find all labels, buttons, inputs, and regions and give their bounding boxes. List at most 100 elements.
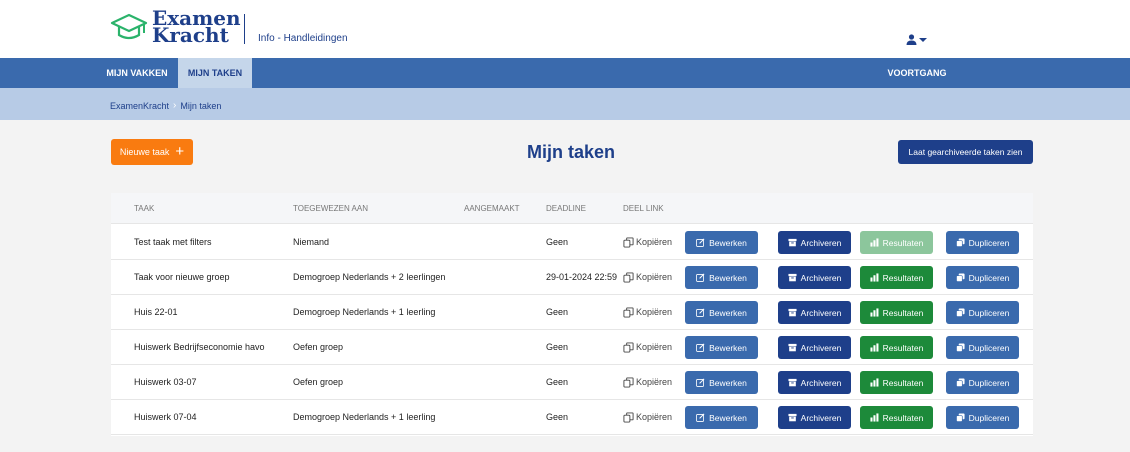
duplicate-button[interactable]: Dupliceren	[946, 371, 1019, 394]
duplicate-button[interactable]: Dupliceren	[946, 266, 1019, 289]
main-nav: MIJN VAKKEN MIJN TAKEN VOORTGANG	[0, 58, 1130, 88]
duplicate-button[interactable]: Dupliceren	[946, 336, 1019, 359]
copy-link-button[interactable]: Kopiëren	[623, 225, 672, 259]
duplicate-button[interactable]: Dupliceren	[946, 301, 1019, 324]
archive-icon	[788, 238, 797, 247]
results-button[interactable]: Resultaten	[860, 266, 933, 289]
copy-label: Kopiëren	[636, 272, 673, 282]
info-handleidingen-link[interactable]: Info - Handleidingen	[258, 33, 348, 44]
copy-label: Kopiëren	[636, 237, 673, 247]
duplicate-button[interactable]: Dupliceren	[946, 231, 1019, 254]
bar-chart-icon	[870, 378, 879, 387]
main-content: Nieuwe taak + Mijn taken Laat gearchivee…	[0, 120, 1130, 452]
archive-button[interactable]: Archiveren	[778, 371, 851, 394]
tab-mijn-vakken[interactable]: MIJN VAKKEN	[100, 58, 174, 88]
duplicate-button[interactable]: Dupliceren	[946, 406, 1019, 429]
copy-icon	[623, 306, 634, 318]
breadcrumb-current: Mijn taken	[180, 100, 222, 111]
archive-label: Archiveren	[800, 412, 842, 423]
edit-button[interactable]: Bewerken	[685, 336, 758, 359]
results-button[interactable]: Resultaten	[860, 336, 933, 359]
column-header-deadline: DEADLINE	[546, 204, 587, 213]
column-header-taak: TAAK	[134, 204, 155, 213]
edit-icon	[696, 308, 705, 317]
duplicate-label: Dupliceren	[968, 412, 1010, 423]
duplicate-icon	[955, 343, 965, 352]
edit-icon	[696, 343, 705, 352]
breadcrumb-separator: ›	[173, 100, 177, 111]
column-header-aangemaakt: AANGEMAAKT	[464, 204, 520, 213]
edit-label: Bewerken	[709, 237, 747, 248]
assigned-to: Demogroep Nederlands + 2 leerlingen	[293, 272, 446, 282]
archive-label: Archiveren	[800, 342, 842, 353]
assigned-to: Niemand	[293, 237, 330, 247]
tab-mijn-taken[interactable]: MIJN TAKEN	[178, 58, 252, 88]
edit-label: Bewerken	[709, 412, 747, 423]
copy-link-cell: Kopiëren	[623, 330, 672, 364]
caret-down-icon	[919, 37, 927, 42]
edit-label: Bewerken	[709, 272, 747, 283]
copy-link-cell: Kopiëren	[623, 260, 672, 294]
archive-button[interactable]: Archiveren	[778, 301, 851, 324]
task-name: Huiswerk Bedrijfseconomie havo	[134, 342, 265, 352]
bar-chart-icon	[870, 238, 879, 247]
archive-button[interactable]: Archiveren	[778, 231, 851, 254]
copy-link-cell: Kopiëren	[623, 365, 672, 399]
new-task-button[interactable]: Nieuwe taak +	[111, 139, 193, 165]
results-label: Resultaten	[882, 377, 924, 388]
breadcrumb-bar: ExamenKracht › Mijn taken	[0, 88, 1130, 120]
copy-icon	[623, 341, 634, 353]
logo-divider	[244, 14, 245, 44]
copy-icon	[623, 411, 634, 423]
results-button[interactable]: Resultaten	[860, 371, 933, 394]
copy-link-cell: Kopiëren	[623, 400, 672, 434]
table-header: TAAK TOEGEWEZEN AAN AANGEMAAKT DEADLINE …	[111, 193, 1033, 224]
breadcrumb: ExamenKracht › Mijn taken	[110, 100, 221, 111]
edit-icon	[696, 378, 705, 387]
logo[interactable]: Examen Kracht	[110, 8, 241, 45]
assigned-to: Demogroep Nederlands + 1 leerling	[293, 412, 436, 422]
archive-icon	[788, 378, 797, 387]
copy-label: Kopiëren	[636, 307, 673, 317]
copy-link-cell: Kopiëren	[623, 225, 672, 259]
results-button[interactable]: Resultaten	[860, 301, 933, 324]
edit-icon	[696, 273, 705, 282]
archive-button[interactable]: Archiveren	[778, 266, 851, 289]
copy-link-button[interactable]: Kopiëren	[623, 400, 672, 434]
bar-chart-icon	[870, 308, 879, 317]
edit-button[interactable]: Bewerken	[685, 371, 758, 394]
deadline: Geen	[546, 307, 569, 317]
archive-button[interactable]: Archiveren	[778, 336, 851, 359]
new-task-label: Nieuwe taak	[119, 147, 170, 157]
bar-chart-icon	[870, 343, 879, 352]
edit-button[interactable]: Bewerken	[685, 266, 758, 289]
archive-button[interactable]: Archiveren	[778, 406, 851, 429]
archive-icon	[788, 273, 797, 282]
top-bar: Examen Kracht Info - Handleidingen	[0, 0, 1130, 58]
duplicate-icon	[955, 413, 965, 422]
page-title: Mijn taken	[526, 142, 615, 162]
breadcrumb-home-link[interactable]: ExamenKracht	[110, 101, 169, 111]
user-menu[interactable]	[906, 34, 927, 45]
results-button[interactable]: Resultaten	[860, 406, 933, 429]
edit-button[interactable]: Bewerken	[685, 231, 758, 254]
graduation-cap-logo-icon	[110, 13, 148, 40]
table-row: Huiswerk 07-04 Demogroep Nederlands + 1 …	[111, 400, 1033, 435]
copy-link-button[interactable]: Kopiëren	[623, 295, 672, 329]
results-label: Resultaten	[882, 307, 924, 318]
show-archived-button[interactable]: Laat gearchiveerde taken zien	[898, 140, 1033, 164]
edit-button[interactable]: Bewerken	[685, 406, 758, 429]
results-button[interactable]: Resultaten	[860, 231, 933, 254]
tab-voortgang[interactable]: VOORTGANG	[860, 58, 974, 88]
copy-link-button[interactable]: Kopiëren	[623, 330, 672, 364]
archive-icon	[788, 413, 797, 422]
copy-link-button[interactable]: Kopiëren	[623, 365, 672, 399]
deadline: Geen	[546, 342, 569, 352]
edit-button[interactable]: Bewerken	[685, 301, 758, 324]
logo-text: Examen Kracht	[152, 8, 241, 45]
plus-icon: +	[175, 143, 185, 160]
archive-icon	[788, 308, 797, 317]
deadline: Geen	[546, 237, 569, 247]
task-name: Test taak met filters	[134, 237, 212, 247]
copy-link-button[interactable]: Kopiëren	[623, 260, 672, 294]
